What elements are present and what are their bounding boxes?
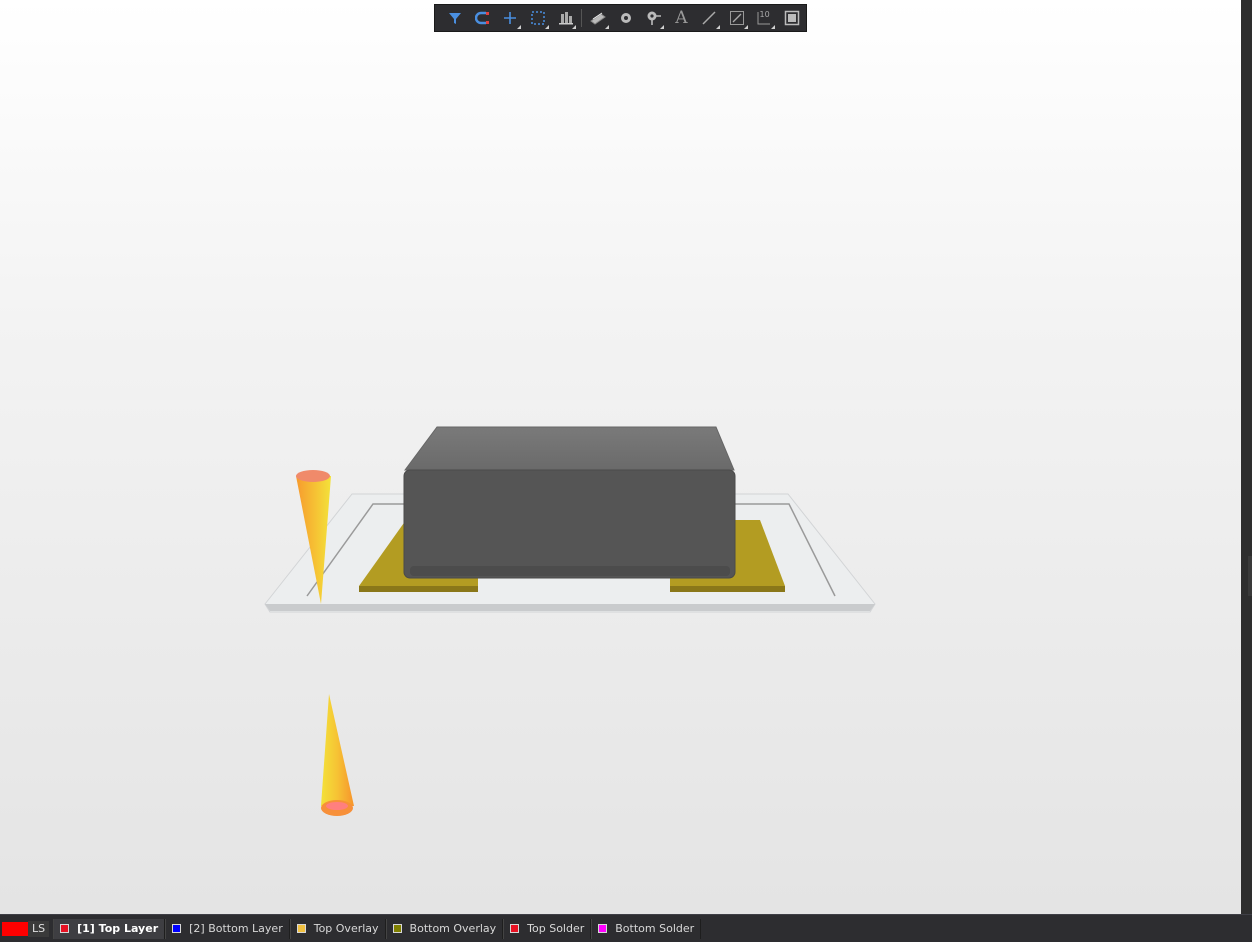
layer-tab-label: Top Overlay [313, 922, 379, 935]
layer-tab-1-top-layer[interactable]: [1] Top Layer [53, 918, 166, 939]
component-body[interactable] [403, 426, 736, 579]
layer-tab-bottom-overlay[interactable]: Bottom Overlay [385, 918, 504, 939]
current-layer-swatch[interactable] [2, 921, 28, 936]
designator-icon[interactable]: 10 [751, 5, 779, 31]
layer-tab-label: Bottom Overlay [409, 922, 497, 935]
layer-tab-bottom-solder[interactable]: Bottom Solder [591, 918, 702, 939]
layer-tab-label: [2] Bottom Layer [189, 922, 283, 935]
crosshair-add-icon[interactable] [496, 5, 524, 31]
designator-glyph: 10 [759, 10, 770, 19]
layer-color-swatch [510, 924, 520, 933]
pcb-3d-scene [264, 426, 876, 816]
layer-tab-label: Top Solder [527, 922, 585, 935]
snap-magnet-icon[interactable] [469, 5, 497, 31]
origin-marker-bottom [321, 694, 354, 816]
board-front-edge [265, 604, 875, 611]
layer-color-swatch [598, 924, 608, 933]
layer-color-swatch [296, 924, 306, 933]
via-icon[interactable] [612, 5, 640, 31]
layer-tab-label: Bottom Solder [615, 922, 695, 935]
3d-viewport[interactable]: A 10 [0, 0, 1241, 914]
component-front [403, 469, 736, 579]
pad-right-edge [670, 586, 785, 592]
panel-collapsed-tab[interactable] [1248, 556, 1252, 596]
layer-set-button[interactable]: LS [28, 920, 50, 937]
component-place-icon[interactable] [584, 5, 612, 31]
layer-color-swatch [60, 924, 70, 933]
filter-icon[interactable] [441, 5, 469, 31]
layer-tab-top-solder[interactable]: Top Solder [503, 918, 592, 939]
right-panel-edge[interactable] [1241, 0, 1252, 914]
layer-tabs-bar: LS [1] Top Layer [2] Bottom Layer Top Over… [0, 914, 1252, 942]
select-rectangle-icon[interactable] [524, 5, 552, 31]
layer-tab-2-bottom-layer[interactable]: [2] Bottom Layer [165, 918, 290, 939]
layer-color-swatch [392, 924, 402, 933]
region-icon[interactable] [778, 5, 806, 31]
line-icon[interactable] [695, 5, 723, 31]
active-bar-toolbar: A 10 [434, 4, 807, 32]
layer-tab-top-overlay[interactable]: Top Overlay [289, 918, 386, 939]
layer-color-swatch [172, 924, 182, 933]
pad-icon[interactable] [640, 5, 668, 31]
align-icon[interactable] [552, 5, 580, 31]
pad-left-edge [359, 586, 478, 592]
toolbar-separator [581, 9, 583, 27]
text-icon-glyph: A [675, 8, 688, 28]
dimension-icon[interactable] [723, 5, 751, 31]
text-icon[interactable]: A [667, 5, 695, 31]
layer-tab-label: [1] Top Layer [77, 922, 159, 935]
component-top [404, 426, 735, 471]
